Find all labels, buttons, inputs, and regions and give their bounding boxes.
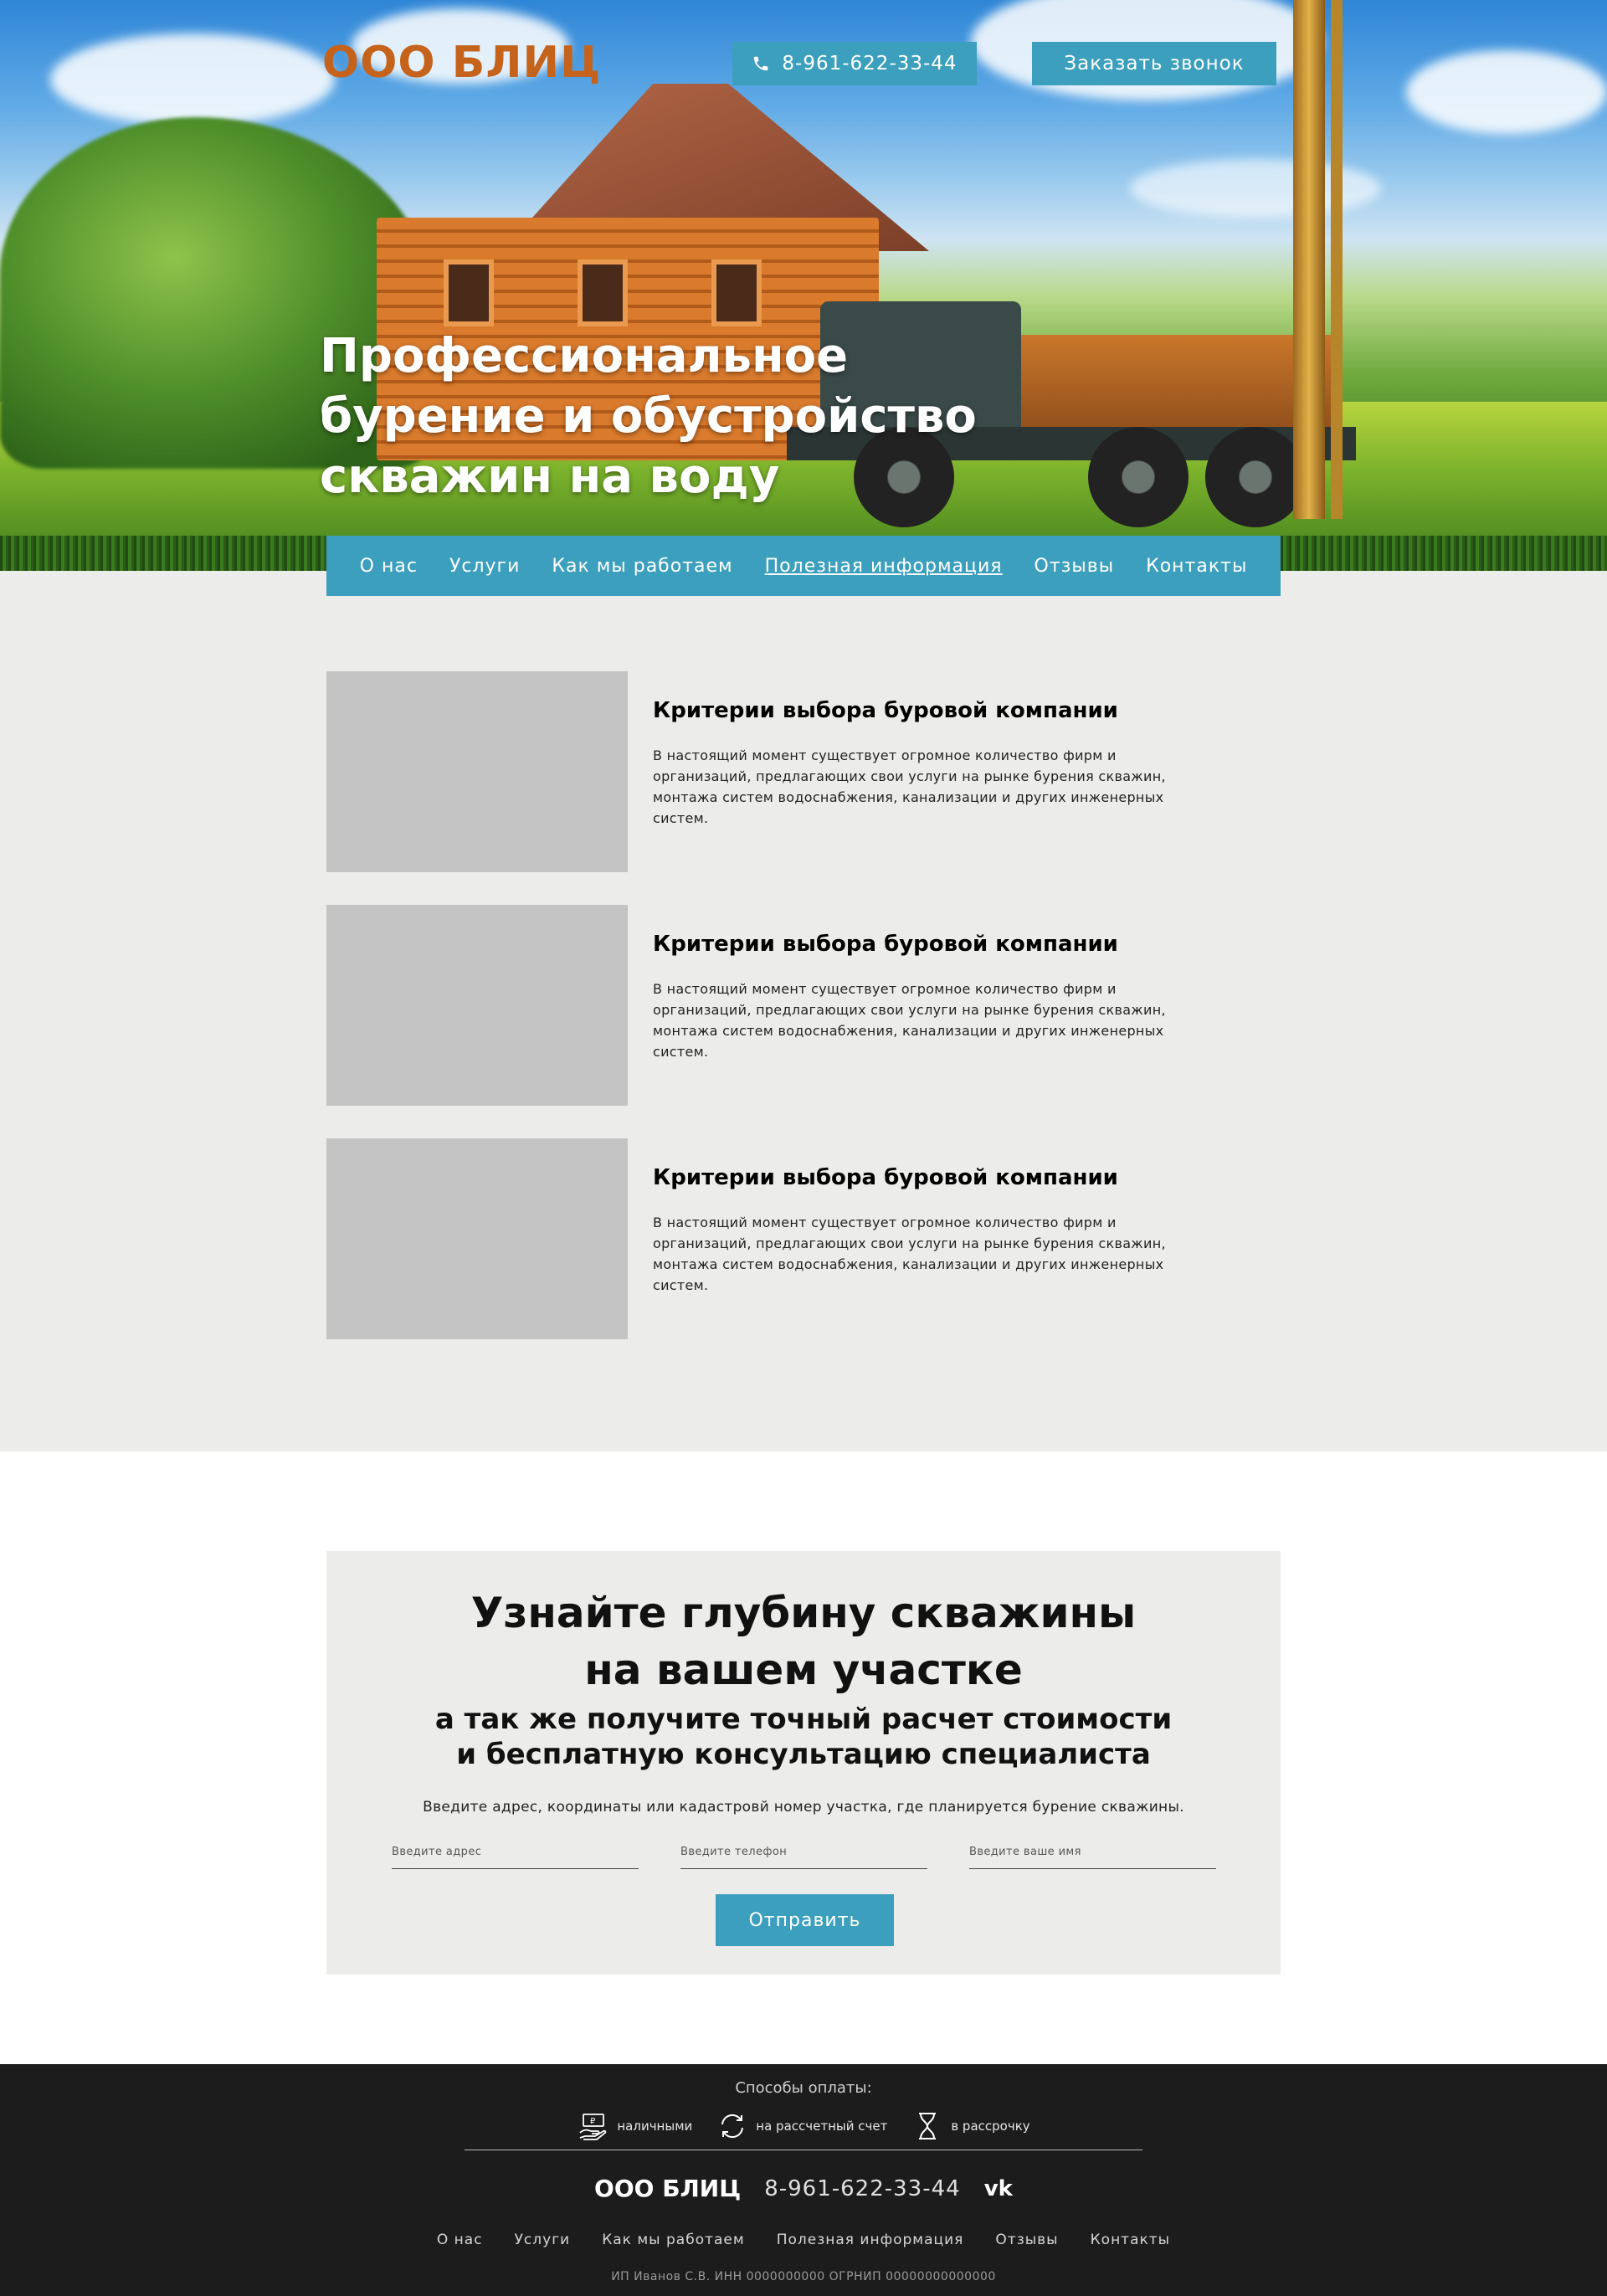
payment-label: на рассчетный счет — [756, 2119, 888, 2134]
depth-request-form: Узнайте глубину скважины на вашем участк… — [326, 1551, 1281, 1975]
phone-field[interactable] — [680, 1836, 927, 1869]
footer-nav-services[interactable]: Услуги — [515, 2232, 571, 2248]
nav-item-useful-info[interactable]: Полезная информация — [765, 556, 1003, 577]
article-excerpt: В настоящий момент существует огромное к… — [653, 747, 1166, 826]
article-excerpt: В настоящий момент существует огромное к… — [653, 981, 1166, 1060]
nav-item-about[interactable]: О нас — [360, 556, 418, 577]
svg-text:₽: ₽ — [590, 2117, 596, 2126]
article-image-placeholder[interactable] — [326, 1138, 628, 1339]
payment-methods: ₽ наличными на рассчетный счет в рассроч… — [577, 2106, 1030, 2146]
cash-hand-icon: ₽ — [579, 2114, 607, 2140]
footer-nav-contacts[interactable]: Контакты — [1091, 2232, 1171, 2248]
articles-section: Критерии выбора буровой компании В насто… — [0, 571, 1607, 1451]
article-image-placeholder[interactable] — [326, 905, 628, 1106]
article-title[interactable]: Критерии выбора буровой компании — [653, 932, 1118, 957]
article-card[interactable]: Критерии выбора буровой компании В насто… — [326, 1138, 1247, 1339]
hero-banner: ООО БЛИЦ 8-961-622-33-44 Заказать звонок… — [0, 0, 1607, 571]
nav-item-services[interactable]: Услуги — [449, 556, 520, 577]
hero-title-line: бурение и обустройство — [320, 389, 977, 444]
name-input[interactable] — [969, 1836, 1216, 1868]
footer-nav-about[interactable]: О нас — [437, 2232, 483, 2248]
drill-mast — [1293, 0, 1325, 519]
footer-nav-how-we-work[interactable]: Как мы работаем — [602, 2232, 745, 2248]
callback-button[interactable]: Заказать звонок — [1032, 42, 1276, 85]
logo[interactable]: ООО БЛИЦ — [322, 38, 601, 88]
submit-button[interactable]: Отправить — [716, 1894, 894, 1946]
article-excerpt: В настоящий момент существует огромное к… — [653, 1215, 1166, 1293]
payment-method: на рассчетный счет — [716, 2109, 887, 2143]
article-title[interactable]: Критерии выбора буровой компании — [653, 1165, 1118, 1190]
article-card[interactable]: Критерии выбора буровой компании В насто… — [326, 905, 1247, 1106]
address-field[interactable] — [392, 1836, 639, 1869]
legal-info: ИП Иванов С.В. ИНН 0000000000 ОГРНИП 000… — [611, 2270, 996, 2283]
phone-number: 8-961-622-33-44 — [782, 53, 958, 74]
footer-nav-useful-info[interactable]: Полезная информация — [777, 2232, 964, 2248]
phone-button[interactable]: 8-961-622-33-44 — [732, 42, 977, 85]
hero-title-line: Профессиональное — [320, 329, 849, 383]
main-nav: О нас Услуги Как мы работаем Полезная ин… — [326, 536, 1281, 596]
footer-nav: О нас Услуги Как мы работаем Полезная ин… — [0, 2232, 1607, 2248]
form-subheading-line: а так же получите точный расчет стоимост… — [434, 1703, 1173, 1736]
nav-item-reviews[interactable]: Отзывы — [1035, 556, 1115, 577]
form-subheading: а так же получите точный расчет стоимост… — [326, 1702, 1281, 1772]
cloud — [50, 33, 335, 126]
hourglass-icon — [919, 2113, 937, 2139]
nav-item-contacts[interactable]: Контакты — [1146, 556, 1247, 577]
cloud — [1406, 50, 1607, 134]
footer-nav-reviews[interactable]: Отзывы — [995, 2232, 1058, 2248]
payment-method: в рассрочку — [911, 2109, 1030, 2143]
vk-icon[interactable]: vk — [984, 2176, 1013, 2201]
footer-logo[interactable]: ООО БЛИЦ — [594, 2175, 741, 2202]
payment-label: наличными — [617, 2119, 693, 2134]
form-hint: Введите адрес, координаты или кадастровй… — [423, 1799, 1184, 1816]
form-heading-line: на вашем участке — [584, 1646, 1023, 1694]
payment-methods-title: Способы оплаты: — [735, 2079, 872, 2097]
address-input[interactable] — [392, 1836, 639, 1868]
footer: Способы оплаты: ₽ наличными на рассчетны… — [0, 2064, 1607, 2296]
transfer-arrows-icon — [721, 2114, 744, 2139]
cloud — [1130, 159, 1381, 218]
hero-title-line: скважин на воду — [320, 449, 780, 504]
footer-brand-row: ООО БЛИЦ 8-961-622-33-44 vk — [0, 2175, 1607, 2202]
name-field[interactable] — [969, 1836, 1216, 1869]
footer-phone[interactable]: 8-961-622-33-44 — [764, 2176, 961, 2201]
form-heading-line: Узнайте глубину скважины — [470, 1589, 1137, 1637]
nav-item-how-we-work[interactable]: Как мы работаем — [552, 556, 732, 577]
phone-icon — [754, 56, 768, 71]
article-title[interactable]: Критерии выбора буровой компании — [653, 698, 1118, 723]
article-card[interactable]: Критерии выбора буровой компании В насто… — [326, 671, 1247, 872]
drill-mast — [1331, 0, 1343, 519]
payment-method: ₽ наличными — [577, 2109, 692, 2143]
form-subheading-line: и бесплатную консультацию специалиста — [456, 1738, 1151, 1771]
form-heading: Узнайте глубину скважины на вашем участк… — [326, 1585, 1281, 1698]
phone-input[interactable] — [680, 1836, 927, 1868]
hero-title: Профессиональное бурение и обустройство … — [320, 326, 1073, 507]
payment-label: в рассрочку — [951, 2119, 1030, 2134]
article-image-placeholder[interactable] — [326, 671, 628, 872]
